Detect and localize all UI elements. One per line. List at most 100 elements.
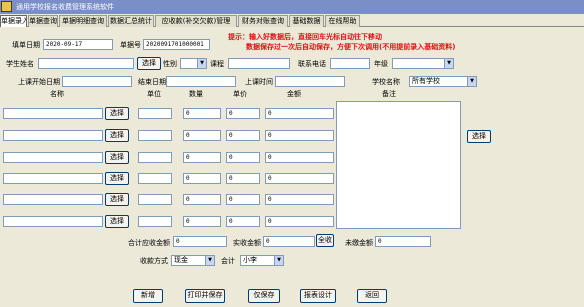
item-qty-field[interactable]: 0 <box>183 194 221 205</box>
payment-method-select[interactable]: 现金 ▼ <box>171 255 215 266</box>
school-label: 学校名称 <box>372 78 400 86</box>
order-no-label: 单据号 <box>120 41 141 49</box>
item-price-field[interactable]: 0 <box>226 173 260 184</box>
col-unit: 单位 <box>147 90 161 98</box>
school-value: 所有学校 <box>412 77 440 85</box>
item-name-field[interactable] <box>3 194 103 205</box>
chevron-down-icon: ▼ <box>197 59 206 68</box>
payment-method-label: 收款方式 <box>140 257 168 265</box>
receivable-field[interactable]: 0 <box>173 236 227 247</box>
tab-bar: 单据录入 单据查询 单据明细查询 数据汇总统计 应收款(补交欠款)管理 财务对账… <box>0 14 584 28</box>
paid-label: 实收金额 <box>233 239 261 247</box>
unpaid-field[interactable]: 0 <box>375 236 431 247</box>
course-field[interactable] <box>228 58 290 69</box>
app-icon <box>1 1 12 12</box>
chevron-down-icon: ▼ <box>444 59 453 68</box>
tab-query[interactable]: 单据查询 <box>28 15 58 27</box>
item-price-field[interactable]: 0 <box>226 108 260 119</box>
item-select-button[interactable]: 选择 <box>105 151 129 164</box>
item-select-button[interactable]: 选择 <box>105 215 129 228</box>
tab-base-data[interactable]: 基础数据 <box>289 15 324 27</box>
tip-line-1: 提示：输入好数据后，直接回车光标自动往下移动 <box>228 33 382 41</box>
tab-summary[interactable]: 数据汇总统计 <box>108 15 154 27</box>
col-remark: 备注 <box>382 90 396 98</box>
item-select-button[interactable]: 选择 <box>105 193 129 206</box>
window-title: 通用学校报名收费管理系统软件 <box>16 3 114 11</box>
item-select-button[interactable]: 选择 <box>105 129 129 142</box>
item-price-field[interactable]: 0 <box>226 194 260 205</box>
student-name-field[interactable] <box>38 58 134 69</box>
item-qty-field[interactable]: 0 <box>183 130 221 141</box>
report-design-button[interactable]: 报表设计 <box>300 289 336 303</box>
item-qty-field[interactable]: 0 <box>183 108 221 119</box>
full-payment-button[interactable]: 全收 <box>316 234 334 247</box>
paid-field[interactable]: 0 <box>263 236 315 247</box>
item-amount-field[interactable]: 0 <box>265 152 334 163</box>
phone-field[interactable] <box>330 58 370 69</box>
item-amount-field[interactable]: 0 <box>265 108 334 119</box>
item-unit-field[interactable] <box>138 216 172 227</box>
item-unit-field[interactable] <box>138 152 172 163</box>
item-unit-field[interactable] <box>138 194 172 205</box>
end-date-label: 结束日期 <box>138 78 166 86</box>
tab-help[interactable]: 在线帮助 <box>325 15 360 27</box>
remark-textarea[interactable] <box>336 101 461 229</box>
class-time-field[interactable] <box>275 76 345 87</box>
item-unit-field[interactable] <box>138 173 172 184</box>
print-and-save-button[interactable]: 打印并保存 <box>185 289 225 303</box>
course-label: 课程 <box>210 60 224 68</box>
entry-panel: 填单日期 2020-09-17 单据号 2020091701000001 提示：… <box>0 27 584 307</box>
accountant-select[interactable]: 小李 ▼ <box>240 255 284 266</box>
col-amount: 金额 <box>287 90 301 98</box>
student-select-button[interactable]: 选择 <box>137 57 161 70</box>
col-name: 名称 <box>50 90 64 98</box>
item-amount-field[interactable]: 0 <box>265 130 334 141</box>
item-name-field[interactable] <box>3 216 103 227</box>
item-qty-field[interactable]: 0 <box>183 216 221 227</box>
item-unit-field[interactable] <box>138 130 172 141</box>
tab-receivables[interactable]: 应收款(补交欠款)管理 <box>155 15 237 27</box>
student-name-label: 学生姓名 <box>6 60 34 68</box>
class-time-label: 上课时间 <box>245 78 273 86</box>
item-name-field[interactable] <box>3 173 103 184</box>
payment-method-value: 现金 <box>174 256 188 264</box>
col-price: 单价 <box>233 90 247 98</box>
item-amount-field[interactable]: 0 <box>265 173 334 184</box>
tab-detail-query[interactable]: 单据明细查询 <box>59 15 107 27</box>
start-date-field[interactable] <box>62 76 132 87</box>
end-date-field[interactable] <box>166 76 236 87</box>
item-unit-field[interactable] <box>138 108 172 119</box>
item-price-field[interactable]: 0 <box>226 216 260 227</box>
gender-select[interactable]: ▼ <box>180 58 207 69</box>
title-bar: 通用学校报名收费管理系统软件 <box>0 0 584 14</box>
date-field[interactable]: 2020-09-17 <box>43 39 113 50</box>
tip-line-2: 数据保存过一次后自动保存，方便下次调用(不用提前录入基础资料) <box>246 43 456 51</box>
school-select[interactable]: 所有学校 ▼ <box>409 76 477 87</box>
item-price-field[interactable]: 0 <box>226 152 260 163</box>
accountant-label: 会计 <box>221 257 235 265</box>
item-name-field[interactable] <box>3 108 103 119</box>
grade-select[interactable]: ▼ <box>392 58 454 69</box>
tab-reconcile[interactable]: 财务对账查询 <box>238 15 288 27</box>
order-no-field[interactable]: 2020091701000001 <box>143 39 210 50</box>
back-button[interactable]: 返回 <box>357 289 387 303</box>
col-qty: 数量 <box>189 90 203 98</box>
item-qty-field[interactable]: 0 <box>183 152 221 163</box>
chevron-down-icon: ▼ <box>467 77 476 86</box>
item-price-field[interactable]: 0 <box>226 130 260 141</box>
receivable-label: 合计应收金额 <box>128 239 170 247</box>
grade-label: 年级 <box>374 60 388 68</box>
item-name-field[interactable] <box>3 130 103 141</box>
start-date-label: 上课开始日期 <box>18 78 60 86</box>
save-only-button[interactable]: 仅保存 <box>248 289 280 303</box>
item-qty-field[interactable]: 0 <box>183 173 221 184</box>
date-label: 填单日期 <box>12 41 40 49</box>
chevron-down-icon: ▼ <box>274 256 283 265</box>
remark-select-button[interactable]: 选择 <box>467 130 491 143</box>
item-amount-field[interactable]: 0 <box>265 194 334 205</box>
item-select-button[interactable]: 选择 <box>105 172 129 185</box>
item-name-field[interactable] <box>3 152 103 163</box>
new-button[interactable]: 新增 <box>133 289 163 303</box>
item-amount-field[interactable]: 0 <box>265 216 334 227</box>
item-select-button[interactable]: 选择 <box>105 107 129 120</box>
